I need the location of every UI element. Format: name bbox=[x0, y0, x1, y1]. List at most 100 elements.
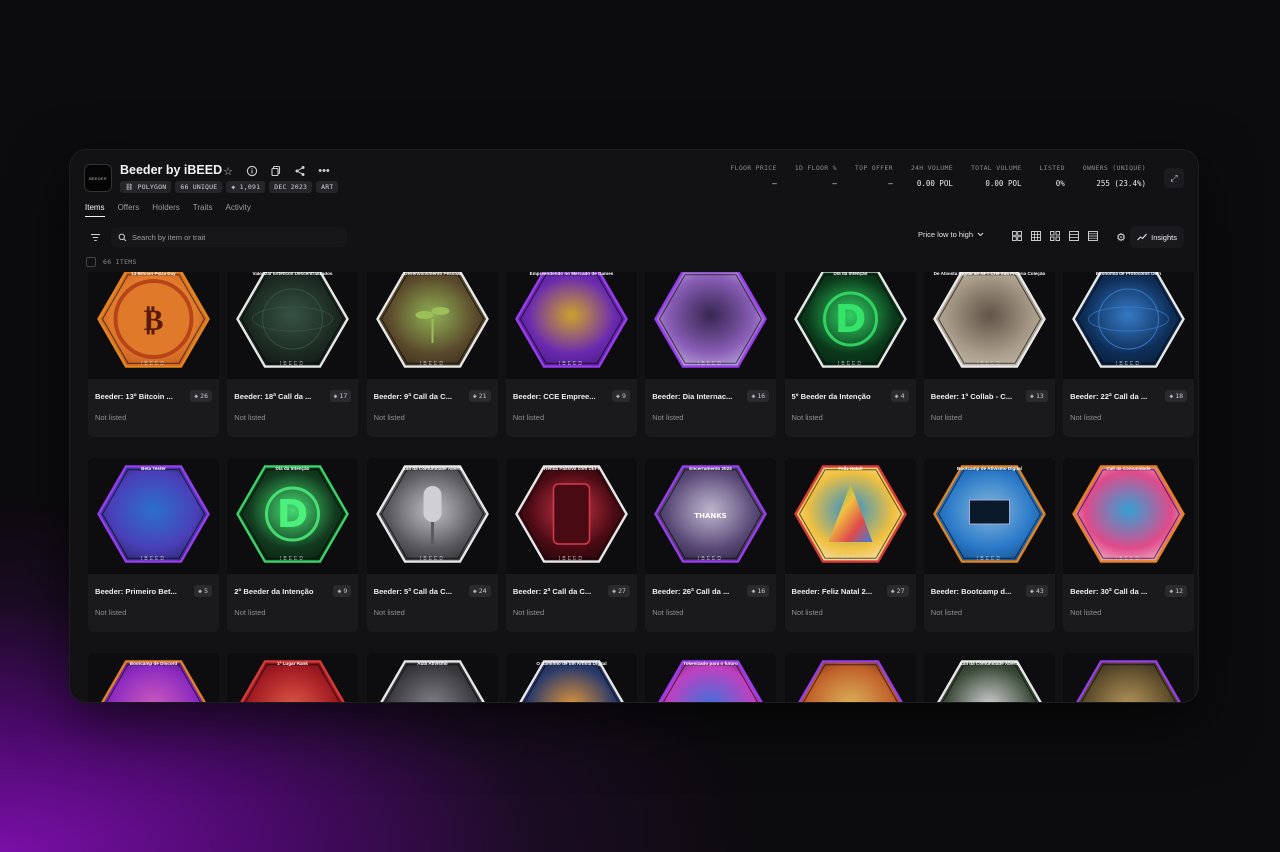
search-box bbox=[111, 227, 347, 247]
hex-title-text: Beta Tester bbox=[141, 466, 166, 471]
nft-image[interactable]: D IBEED Dia da Intenção bbox=[784, 272, 916, 379]
nft-item-card[interactable]: IBEED Desenvolvimento Pessoal Beeder: 9ª… bbox=[366, 272, 498, 437]
insights-button[interactable]: Insights bbox=[1130, 226, 1184, 248]
nft-item-card[interactable]: THANKS IBEED Encerramento 2023 Beeder: 2… bbox=[645, 458, 777, 632]
copy-icon[interactable] bbox=[264, 163, 288, 179]
category-badge: ART bbox=[316, 181, 339, 193]
chevron-down-icon bbox=[977, 232, 984, 237]
tab-traits[interactable]: Traits bbox=[193, 203, 213, 217]
nft-item-quantity-badge: ◈ 17 bbox=[329, 390, 352, 402]
nft-image[interactable]: Bootcamp de Discord bbox=[88, 653, 219, 702]
stack-icon: ◈ bbox=[198, 587, 203, 595]
list-view-icon[interactable] bbox=[1068, 230, 1080, 242]
svg-text:D: D bbox=[834, 297, 866, 341]
nft-image[interactable]: IBEED bbox=[645, 272, 777, 379]
nft-image[interactable] bbox=[1063, 653, 1195, 702]
tab-items[interactable]: Items bbox=[85, 203, 105, 217]
nft-item-card[interactable]: D IBEED Dia da Intenção 5º Beeder da Int… bbox=[784, 272, 916, 437]
nft-item-quantity-badge: ◈ 12 bbox=[1165, 585, 1188, 597]
nft-image[interactable]: 1º Lugar Rank bbox=[227, 653, 359, 702]
filter-button[interactable] bbox=[84, 226, 106, 248]
nft-item-card[interactable]: IBEED Beeder: Dia Internac... ◈ 16 Not list… bbox=[645, 272, 777, 437]
nft-image[interactable]: IBEED Empreendendo no Mercado de Games bbox=[505, 272, 637, 379]
tab-offers[interactable]: Offers bbox=[118, 203, 140, 217]
nft-item-card[interactable]: O Caminho de um Artista Digital bbox=[505, 653, 637, 702]
stat-value: – bbox=[888, 179, 893, 188]
nft-image[interactable]: IBEED Economia de Protocolos DeFi bbox=[1063, 272, 1195, 379]
nft-image[interactable]: ₿ IBEED 13 Bitcoin Pizza Day bbox=[88, 272, 219, 379]
nft-image[interactable] bbox=[784, 653, 916, 702]
nft-item-quantity-badge: ◈ 16 bbox=[747, 390, 770, 402]
nft-item-name: Beeder: 5ª Call da C... bbox=[373, 587, 452, 596]
nft-item-card[interactable]: ₿ IBEED 13 Bitcoin Pizza Day Beeder: 13º… bbox=[88, 272, 219, 437]
nft-item-card[interactable]: IBEED Economia de Protocolos DeFi Beeder… bbox=[1063, 272, 1195, 437]
nft-item-card[interactable]: IBEED Renda Passiva com DEFI Beeder: 2ª … bbox=[505, 458, 637, 632]
nft-item-card[interactable]: IBEED Call da Comunidade Aberta Beeder: … bbox=[366, 458, 498, 632]
quantity-value: 17 bbox=[339, 392, 348, 400]
nft-item-card[interactable]: IBEED Bootcamp de Ativismo Digital Beede… bbox=[923, 458, 1055, 632]
collection-badges: ⛓ POLYGON 66 UNIQUE ◈ 1,091 DEC 2023 ART bbox=[120, 181, 339, 193]
nft-item-card[interactable]: IBEED Feliz Natal! Beeder: Feliz Natal 2… bbox=[784, 458, 916, 632]
grid-small-view-icon[interactable] bbox=[1049, 230, 1061, 242]
stat-value: – bbox=[832, 179, 837, 188]
info-icon[interactable] bbox=[240, 163, 264, 179]
nft-item-name: 2º Beeder da Intenção bbox=[234, 587, 314, 596]
nft-image[interactable]: IBEED Beta Tester bbox=[88, 458, 219, 574]
nft-image[interactable]: IBEED Feliz Natal! bbox=[784, 458, 916, 574]
chain-badge-label: POLYGON bbox=[137, 183, 167, 191]
more-options-icon[interactable]: ••• bbox=[312, 163, 336, 179]
settings-gear-icon[interactable]: ⚙ bbox=[1114, 230, 1128, 244]
nft-item-card[interactable] bbox=[784, 653, 916, 702]
table-view-icon[interactable] bbox=[1087, 230, 1099, 242]
hex-title-text: Bootcamp de Discord bbox=[130, 661, 178, 666]
nft-item-quantity-badge: ◈ 24 bbox=[468, 585, 491, 597]
nft-item-card[interactable] bbox=[1063, 653, 1195, 702]
nft-image[interactable]: D IBEED Dia da Intenção bbox=[227, 458, 359, 574]
nft-image[interactable]: Tokenizado para o futuro bbox=[645, 653, 777, 702]
quantity-value: 16 bbox=[757, 587, 766, 595]
stack-icon: ◈ bbox=[1030, 587, 1034, 595]
nft-item-status: Not listed bbox=[652, 413, 684, 422]
nft-item-card[interactable]: IBEED Call da Comunidade Beeder: 30ª Cal… bbox=[1063, 458, 1195, 632]
hex-title-text: Call da Comunidade Aberta bbox=[402, 466, 462, 471]
nft-image[interactable]: IBEED Renda Passiva com DEFI bbox=[505, 458, 637, 574]
tab-holders[interactable]: Holders bbox=[152, 203, 180, 217]
favorite-star-icon[interactable]: ☆ bbox=[216, 163, 240, 179]
nft-item-card[interactable]: Aula Ativismo bbox=[366, 653, 498, 702]
tab-activity[interactable]: Activity bbox=[225, 203, 250, 217]
stat-label: FLOOR PRICE bbox=[730, 164, 777, 172]
search-input[interactable] bbox=[132, 232, 332, 242]
share-icon[interactable] bbox=[288, 163, 312, 179]
nft-item-quantity-badge: ◈ 43 bbox=[1026, 585, 1048, 597]
nft-image[interactable]: IBEED Valorizar Estéticos Descentralizad… bbox=[227, 272, 359, 379]
nft-item-card[interactable]: Call da Comunidade Aberta bbox=[923, 653, 1055, 702]
nft-image[interactable]: IBEED De Ativista Digital ao NFT Crie su… bbox=[923, 272, 1055, 379]
nft-item-card[interactable]: D IBEED Dia da Intenção 2º Beeder da Int… bbox=[227, 458, 359, 632]
nft-image[interactable]: IBEED Bootcamp de Ativismo Digital bbox=[923, 458, 1055, 574]
stack-icon: ◈ bbox=[1169, 392, 1174, 400]
expand-icon[interactable]: ⤢ bbox=[1164, 168, 1184, 188]
nft-image[interactable]: IBEED Desenvolvimento Pessoal bbox=[366, 272, 498, 379]
nft-item-card[interactable]: IBEED Beta Tester Beeder: Primeiro Bet..… bbox=[88, 458, 219, 632]
grid-large-view-icon[interactable] bbox=[1011, 230, 1023, 242]
nft-item-card[interactable]: Bootcamp de Discord bbox=[88, 653, 219, 702]
nft-image[interactable]: IBEED Call da Comunidade bbox=[1063, 458, 1195, 574]
nft-item-quantity-badge: ◈ 5 bbox=[194, 585, 212, 597]
nft-item-name: Beeder: Feliz Natal 2... bbox=[791, 587, 873, 596]
stat-total-volume: TOTAL VOLUME 0.00 POL bbox=[953, 164, 1022, 188]
nft-image[interactable]: IBEED Call da Comunidade Aberta bbox=[366, 458, 498, 574]
select-all-checkbox[interactable] bbox=[86, 257, 96, 267]
nft-item-card[interactable]: IBEED De Ativista Digital ao NFT Crie su… bbox=[923, 272, 1055, 437]
nft-item-status: Not listed bbox=[791, 608, 823, 617]
nft-item-card[interactable]: 1º Lugar Rank bbox=[227, 653, 359, 702]
grid-medium-view-icon[interactable] bbox=[1030, 230, 1042, 242]
nft-image[interactable]: Aula Ativismo bbox=[366, 653, 498, 702]
nft-item-card[interactable]: IBEED Empreendendo no Mercado de Games B… bbox=[505, 272, 637, 437]
nft-image[interactable]: O Caminho de um Artista Digital bbox=[505, 653, 637, 702]
nft-image[interactable]: Call da Comunidade Aberta bbox=[923, 653, 1055, 702]
nft-item-card[interactable]: Tokenizado para o futuro bbox=[645, 653, 777, 702]
nft-image[interactable]: THANKS IBEED Encerramento 2023 bbox=[645, 458, 777, 574]
hex-title-text: Call da Comunidade Aberta bbox=[959, 661, 1019, 666]
nft-item-card[interactable]: IBEED Valorizar Estéticos Descentralizad… bbox=[227, 272, 359, 437]
sort-dropdown[interactable]: Price low to high bbox=[918, 230, 984, 239]
